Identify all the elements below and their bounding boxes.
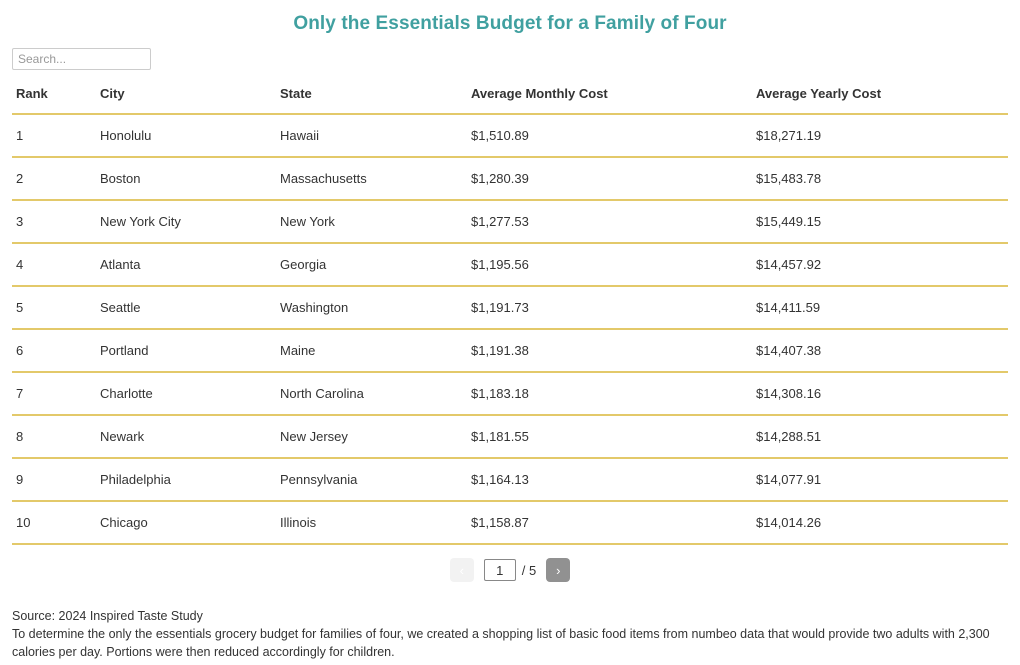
footer-note: To determine the only the essentials gro…	[12, 627, 990, 659]
cell-state: New York	[276, 200, 467, 244]
footer-source: Source: 2024 Inspired Taste Study	[12, 609, 203, 623]
cell-city: Honolulu	[96, 114, 276, 158]
cell-yearly-cost: $15,449.15	[752, 200, 1008, 244]
previous-page-button[interactable]: ‹	[449, 558, 474, 582]
table-row: 8 Newark New Jersey $1,181.55 $14,288.51	[12, 415, 1008, 459]
cell-monthly-cost: $1,191.38	[467, 329, 752, 373]
cell-rank: 5	[12, 286, 96, 330]
cell-monthly-cost: $1,277.53	[467, 200, 752, 244]
cell-rank: 2	[12, 157, 96, 201]
cell-state: New Jersey	[276, 415, 467, 459]
page-root: Only the Essentials Budget for a Family …	[0, 0, 1020, 665]
cell-monthly-cost: $1,158.87	[467, 501, 752, 545]
cell-city: Philadelphia	[96, 458, 276, 502]
cell-city: Portland	[96, 329, 276, 373]
cell-monthly-cost: $1,280.39	[467, 157, 752, 201]
cell-rank: 9	[12, 458, 96, 502]
cell-city: Atlanta	[96, 243, 276, 287]
cell-rank: 6	[12, 329, 96, 373]
column-header-monthly[interactable]: Average Monthly Cost	[467, 86, 752, 115]
table-header: Rank City State Average Monthly Cost Ave…	[12, 86, 1008, 115]
search-input[interactable]	[12, 48, 151, 70]
cell-city: Boston	[96, 157, 276, 201]
cell-monthly-cost: $1,191.73	[467, 286, 752, 330]
cell-yearly-cost: $14,308.16	[752, 372, 1008, 416]
cell-yearly-cost: $15,483.78	[752, 157, 1008, 201]
table-body: 1 Honolulu Hawaii $1,510.89 $18,271.19 2 Bosto…	[12, 114, 1008, 545]
next-page-button[interactable]: ›	[546, 558, 571, 582]
cell-state: North Carolina	[276, 372, 467, 416]
table-row: 6 Portland Maine $1,191.38 $14,407.38	[12, 329, 1008, 373]
cell-rank: 3	[12, 200, 96, 244]
footer: Source: 2024 Inspired Taste Study To det…	[12, 607, 1008, 661]
budget-table: Rank City State Average Monthly Cost Ave…	[12, 86, 1008, 545]
cell-rank: 7	[12, 372, 96, 416]
total-pages-label: / 5	[521, 562, 537, 578]
cell-yearly-cost: $14,457.92	[752, 243, 1008, 287]
cell-state: Hawaii	[276, 114, 467, 158]
cell-city: Chicago	[96, 501, 276, 545]
search-container	[0, 36, 1020, 70]
cell-monthly-cost: $1,183.18	[467, 372, 752, 416]
cell-city: Charlotte	[96, 372, 276, 416]
cell-city: Newark	[96, 415, 276, 459]
cell-state: Maine	[276, 329, 467, 373]
cell-state: Massachusetts	[276, 157, 467, 201]
table-row: 9 Philadelphia Pennsylvania $1,164.13 $14,07…	[12, 458, 1008, 502]
table-row: 4 Atlanta Georgia $1,195.56 $14,457.92	[12, 243, 1008, 287]
table-row: 3 New York City New York $1,277.53 $15,449.1…	[12, 200, 1008, 244]
table-container: Rank City State Average Monthly Cost Ave…	[12, 86, 1008, 545]
cell-city: Seattle	[96, 286, 276, 330]
cell-rank: 1	[12, 114, 96, 158]
cell-rank: 10	[12, 501, 96, 545]
cell-state: Washington	[276, 286, 467, 330]
cell-state: Pennsylvania	[276, 458, 467, 502]
cell-monthly-cost: $1,195.56	[467, 243, 752, 287]
cell-yearly-cost: $14,077.91	[752, 458, 1008, 502]
table-row: 5 Seattle Washington $1,191.73 $14,411.59	[12, 286, 1008, 330]
cell-monthly-cost: $1,510.89	[467, 114, 752, 158]
table-row: 7 Charlotte North Carolina $1,183.18 $14,308…	[12, 372, 1008, 416]
cell-state: Illinois	[276, 501, 467, 545]
column-header-rank[interactable]: Rank	[12, 86, 96, 115]
cell-yearly-cost: $14,288.51	[752, 415, 1008, 459]
table-row: 1 Honolulu Hawaii $1,510.89 $18,271.19	[12, 114, 1008, 158]
page-number-input[interactable]	[483, 559, 516, 581]
cell-rank: 8	[12, 415, 96, 459]
cell-state: Georgia	[276, 243, 467, 287]
cell-yearly-cost: $14,407.38	[752, 329, 1008, 373]
cell-city: New York City	[96, 200, 276, 244]
table-row: 10 Chicago Illinois $1,158.87 $14,014.26	[12, 501, 1008, 545]
cell-yearly-cost: $18,271.19	[752, 114, 1008, 158]
table-row: 2 Boston Massachusetts $1,280.39 $15,483.78	[12, 157, 1008, 201]
cell-rank: 4	[12, 243, 96, 287]
table-header-row: Rank City State Average Monthly Cost Ave…	[12, 86, 1008, 115]
cell-monthly-cost: $1,164.13	[467, 458, 752, 502]
cell-yearly-cost: $14,411.59	[752, 286, 1008, 330]
column-header-city[interactable]: City	[96, 86, 276, 115]
cell-yearly-cost: $14,014.26	[752, 501, 1008, 545]
pagination-controls: ‹ / 5 ›	[0, 557, 1020, 583]
page-title: Only the Essentials Budget for a Family …	[293, 13, 727, 34]
column-header-yearly[interactable]: Average Yearly Cost	[752, 86, 1008, 115]
cell-monthly-cost: $1,181.55	[467, 415, 752, 459]
column-header-state[interactable]: State	[276, 86, 467, 115]
